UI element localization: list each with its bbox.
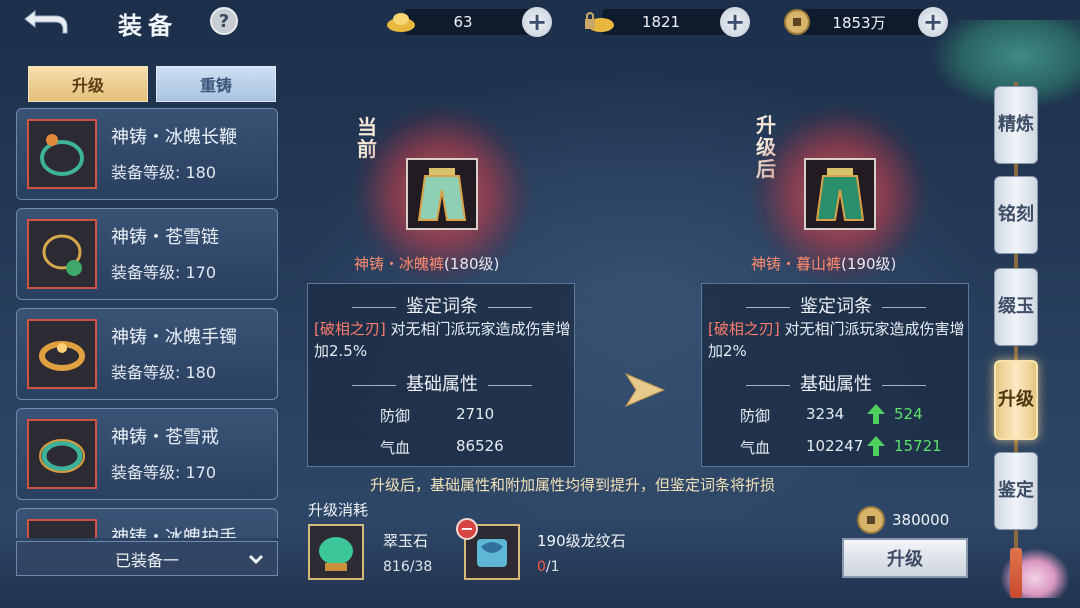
arrow-up-icon <box>867 436 885 456</box>
coin-icon <box>780 7 814 37</box>
bracelet-icon <box>27 319 97 389</box>
material-need: /1 <box>545 559 560 575</box>
necklace-icon <box>27 219 97 289</box>
stat-gain: 15721 <box>894 437 942 455</box>
material-need: /38 <box>409 559 433 575</box>
identify-header: 鉴定词条 <box>702 292 970 318</box>
current-attr-panel: 鉴定词条 [破相之刃] 对无相门派玩家造成伤害增加2.5% 基础属性 防御 27… <box>307 283 575 467</box>
identify-tag: [破相之刃] <box>314 320 386 338</box>
material-have: 0 <box>537 559 546 575</box>
gauntlet-icon <box>27 519 97 538</box>
item-level: 装备等级: 170 <box>111 463 217 482</box>
arrow-up-icon <box>867 404 885 424</box>
stat-value: 3234 <box>806 405 845 423</box>
material-name: 190级龙纹石 <box>537 532 626 550</box>
stat-gain: 524 <box>894 405 923 423</box>
side-tab-inscribe[interactable]: 铭刻 <box>994 176 1038 254</box>
item-name: 神铸・冰魄长鞭 <box>111 127 237 148</box>
help-button[interactable]: ? <box>210 7 238 35</box>
current-item-caption: 神铸・冰魄裤(180级) <box>354 253 499 274</box>
remove-material-button[interactable]: − <box>456 518 478 540</box>
upgrade-notice: 升级后，基础属性和附加属性均得到提升，但鉴定词条将折损 <box>370 476 776 494</box>
stat-value: 2710 <box>456 405 495 423</box>
item-name: 神铸・冰魄手镯 <box>111 327 237 348</box>
list-item[interactable]: 神铸・苍雪链 装备等级: 170 <box>16 208 278 300</box>
list-item[interactable]: 神铸・冰魄长鞭 装备等级: 180 <box>16 108 278 200</box>
item-level: 装备等级: 180 <box>111 363 217 382</box>
chevron-down-icon <box>248 554 264 565</box>
side-tab-refine[interactable]: 精炼 <box>994 86 1038 164</box>
upgraded-item-caption: 神铸・暮山裤(190级) <box>751 253 896 274</box>
add-coin-button[interactable]: + <box>918 7 948 37</box>
material-name: 翠玉石 <box>383 532 429 550</box>
item-name: 神铸・冰魄护手 <box>111 527 237 538</box>
stat-value: 86526 <box>456 437 504 455</box>
coin-icon <box>857 506 885 534</box>
side-tab-label: 铭刻 <box>998 204 1034 225</box>
list-item[interactable]: 神铸・苍雪戒 装备等级: 170 <box>16 408 278 500</box>
jade-stone-icon[interactable] <box>308 524 364 580</box>
side-tab-label: 精炼 <box>998 114 1034 135</box>
base-attr-header: 基础属性 <box>308 370 576 396</box>
page-title: 装备 <box>118 11 178 40</box>
side-tab-label: 鉴定 <box>998 480 1034 501</box>
list-item[interactable]: 神铸・冰魄护手 <box>16 508 278 538</box>
identify-tag: [破相之刃] <box>708 320 780 338</box>
identify-text: [破相之刃] 对无相门派玩家造成伤害增加2% <box>708 318 966 362</box>
side-tab-jade[interactable]: 缀玉 <box>994 268 1038 346</box>
tassel-decoration <box>1010 548 1022 598</box>
side-tab-label: 升级 <box>998 389 1034 410</box>
stat-label: 防御 <box>740 407 771 425</box>
stat-label: 气血 <box>740 439 771 457</box>
list-item[interactable]: 神铸・冰魄手镯 装备等级: 180 <box>16 308 278 400</box>
side-tab-upgrade[interactable]: 升级 <box>994 360 1038 440</box>
item-name: 神铸・苍雪链 <box>111 227 219 248</box>
pants-icon <box>804 158 876 230</box>
stat-label: 防御 <box>380 407 411 425</box>
base-attr-header: 基础属性 <box>702 370 970 396</box>
equipped-filter-label: 已装备一 <box>114 550 179 570</box>
upgraded-item-level: (190级) <box>841 255 897 273</box>
material-count: 0/1 <box>537 559 560 575</box>
identify-text: [破相之刃] 对无相门派玩家造成伤害增加2.5% <box>314 318 572 362</box>
whip-icon <box>27 119 97 189</box>
upgraded-attr-panel: 鉴定词条 [破相之刃] 对无相门派玩家造成伤害增加2% 基础属性 防御 3234… <box>701 283 969 467</box>
tab-recast[interactable]: 重铸 <box>156 66 276 102</box>
add-locked-ingot-button[interactable]: + <box>720 7 750 37</box>
pants-icon <box>406 158 478 230</box>
back-arrow-icon <box>24 9 68 34</box>
current-item-name: 神铸・冰魄裤 <box>354 255 445 273</box>
side-tab-label: 缀玉 <box>998 296 1034 317</box>
tab-upgrade[interactable]: 升级 <box>28 66 148 102</box>
upgraded-item-name: 神铸・暮山裤 <box>751 255 842 273</box>
identify-header: 鉴定词条 <box>308 292 576 318</box>
stat-value: 102247 <box>806 437 864 455</box>
equipped-filter-dropdown[interactable]: 已装备一 <box>16 541 278 576</box>
item-name: 神铸・苍雪戒 <box>111 427 219 448</box>
upgrade-button[interactable]: 升级 <box>842 538 968 578</box>
material-have: 816 <box>383 559 410 575</box>
locked-ingot-icon <box>582 7 616 37</box>
add-gold-ingot-button[interactable]: + <box>522 7 552 37</box>
item-level: 装备等级: 180 <box>111 163 217 182</box>
silver-cost: 380000 <box>892 511 950 529</box>
equipment-list[interactable]: 神铸・冰魄长鞭 装备等级: 180 神铸・苍雪链 装备等级: 170 神铸・冰魄… <box>0 106 290 538</box>
cost-title: 升级消耗 <box>308 501 369 519</box>
top-bar: 装备 ? 63 + 1821 + 1853万 + <box>0 0 1080 44</box>
ring-icon <box>27 419 97 489</box>
side-tab-identify[interactable]: 鉴定 <box>994 452 1038 530</box>
current-item-level: (180级) <box>444 255 500 273</box>
back-button[interactable] <box>20 4 70 38</box>
arrow-right-icon <box>624 372 666 408</box>
stat-label: 气血 <box>380 439 411 457</box>
item-level: 装备等级: 170 <box>111 263 217 282</box>
gold-ingot-icon <box>384 7 418 37</box>
material-count: 816/38 <box>383 559 432 575</box>
